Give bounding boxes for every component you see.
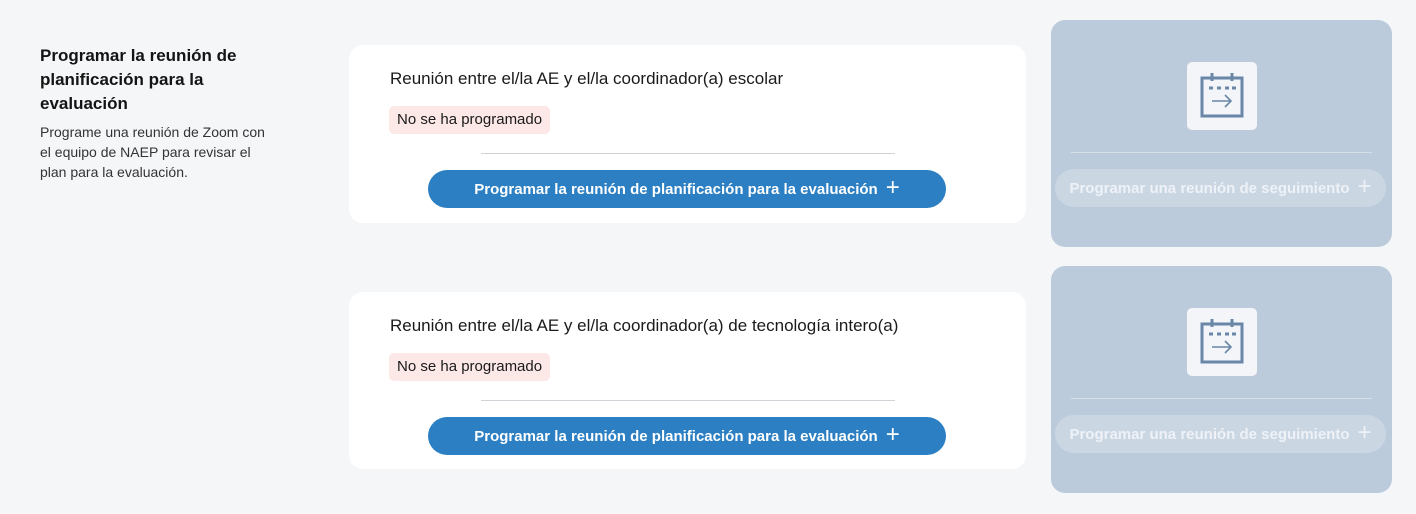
- status-badge: No se ha programado: [389, 106, 551, 134]
- plus-icon: +: [1357, 172, 1372, 200]
- followup-panel: Programar una reunión de seguimiento +: [1051, 266, 1392, 493]
- meeting-title: Reunión entre el/la AE y el/la coordinad…: [390, 316, 899, 335]
- divider: [1071, 152, 1372, 153]
- meeting-card-tech-coordinator: Reunión entre el/la AE y el/la coordinad…: [349, 292, 1026, 469]
- meeting-title: Reunión entre el/la AE y el/la coordinad…: [390, 69, 784, 88]
- section-title: Programar la reunión de planificación pa…: [40, 46, 237, 113]
- schedule-followup-button[interactable]: Programar una reunión de seguimiento +: [1055, 169, 1386, 207]
- divider: [481, 153, 895, 154]
- status-badge: No se ha programado: [389, 353, 551, 381]
- button-label: Programar la reunión de planificación pa…: [474, 180, 878, 198]
- schedule-followup-button[interactable]: Programar una reunión de seguimiento +: [1055, 415, 1386, 453]
- button-label: Programar la reunión de planificación pa…: [474, 427, 878, 445]
- section-intro: Programar la reunión de planificación pa…: [40, 44, 290, 182]
- calendar-arrow-icon: [1200, 73, 1244, 118]
- schedule-planning-meeting-button[interactable]: Programar la reunión de planificación pa…: [428, 170, 946, 208]
- schedule-planning-meeting-button[interactable]: Programar la reunión de planificación pa…: [428, 417, 946, 455]
- button-label: Programar una reunión de seguimiento: [1069, 179, 1350, 197]
- plus-icon: +: [885, 420, 900, 448]
- calendar-arrow-icon: [1200, 319, 1244, 364]
- followup-panel: Programar una reunión de seguimiento +: [1051, 20, 1392, 247]
- divider: [481, 400, 895, 401]
- plus-icon: +: [1357, 418, 1372, 446]
- calendar-tile: [1187, 308, 1257, 376]
- plus-icon: +: [885, 173, 900, 201]
- divider: [1071, 398, 1372, 399]
- button-label: Programar una reunión de seguimiento: [1069, 425, 1350, 443]
- calendar-tile: [1187, 62, 1257, 130]
- meeting-card-school-coordinator: Reunión entre el/la AE y el/la coordinad…: [349, 45, 1026, 223]
- section-description: Programe una reunión de Zoom con el equi…: [40, 124, 265, 180]
